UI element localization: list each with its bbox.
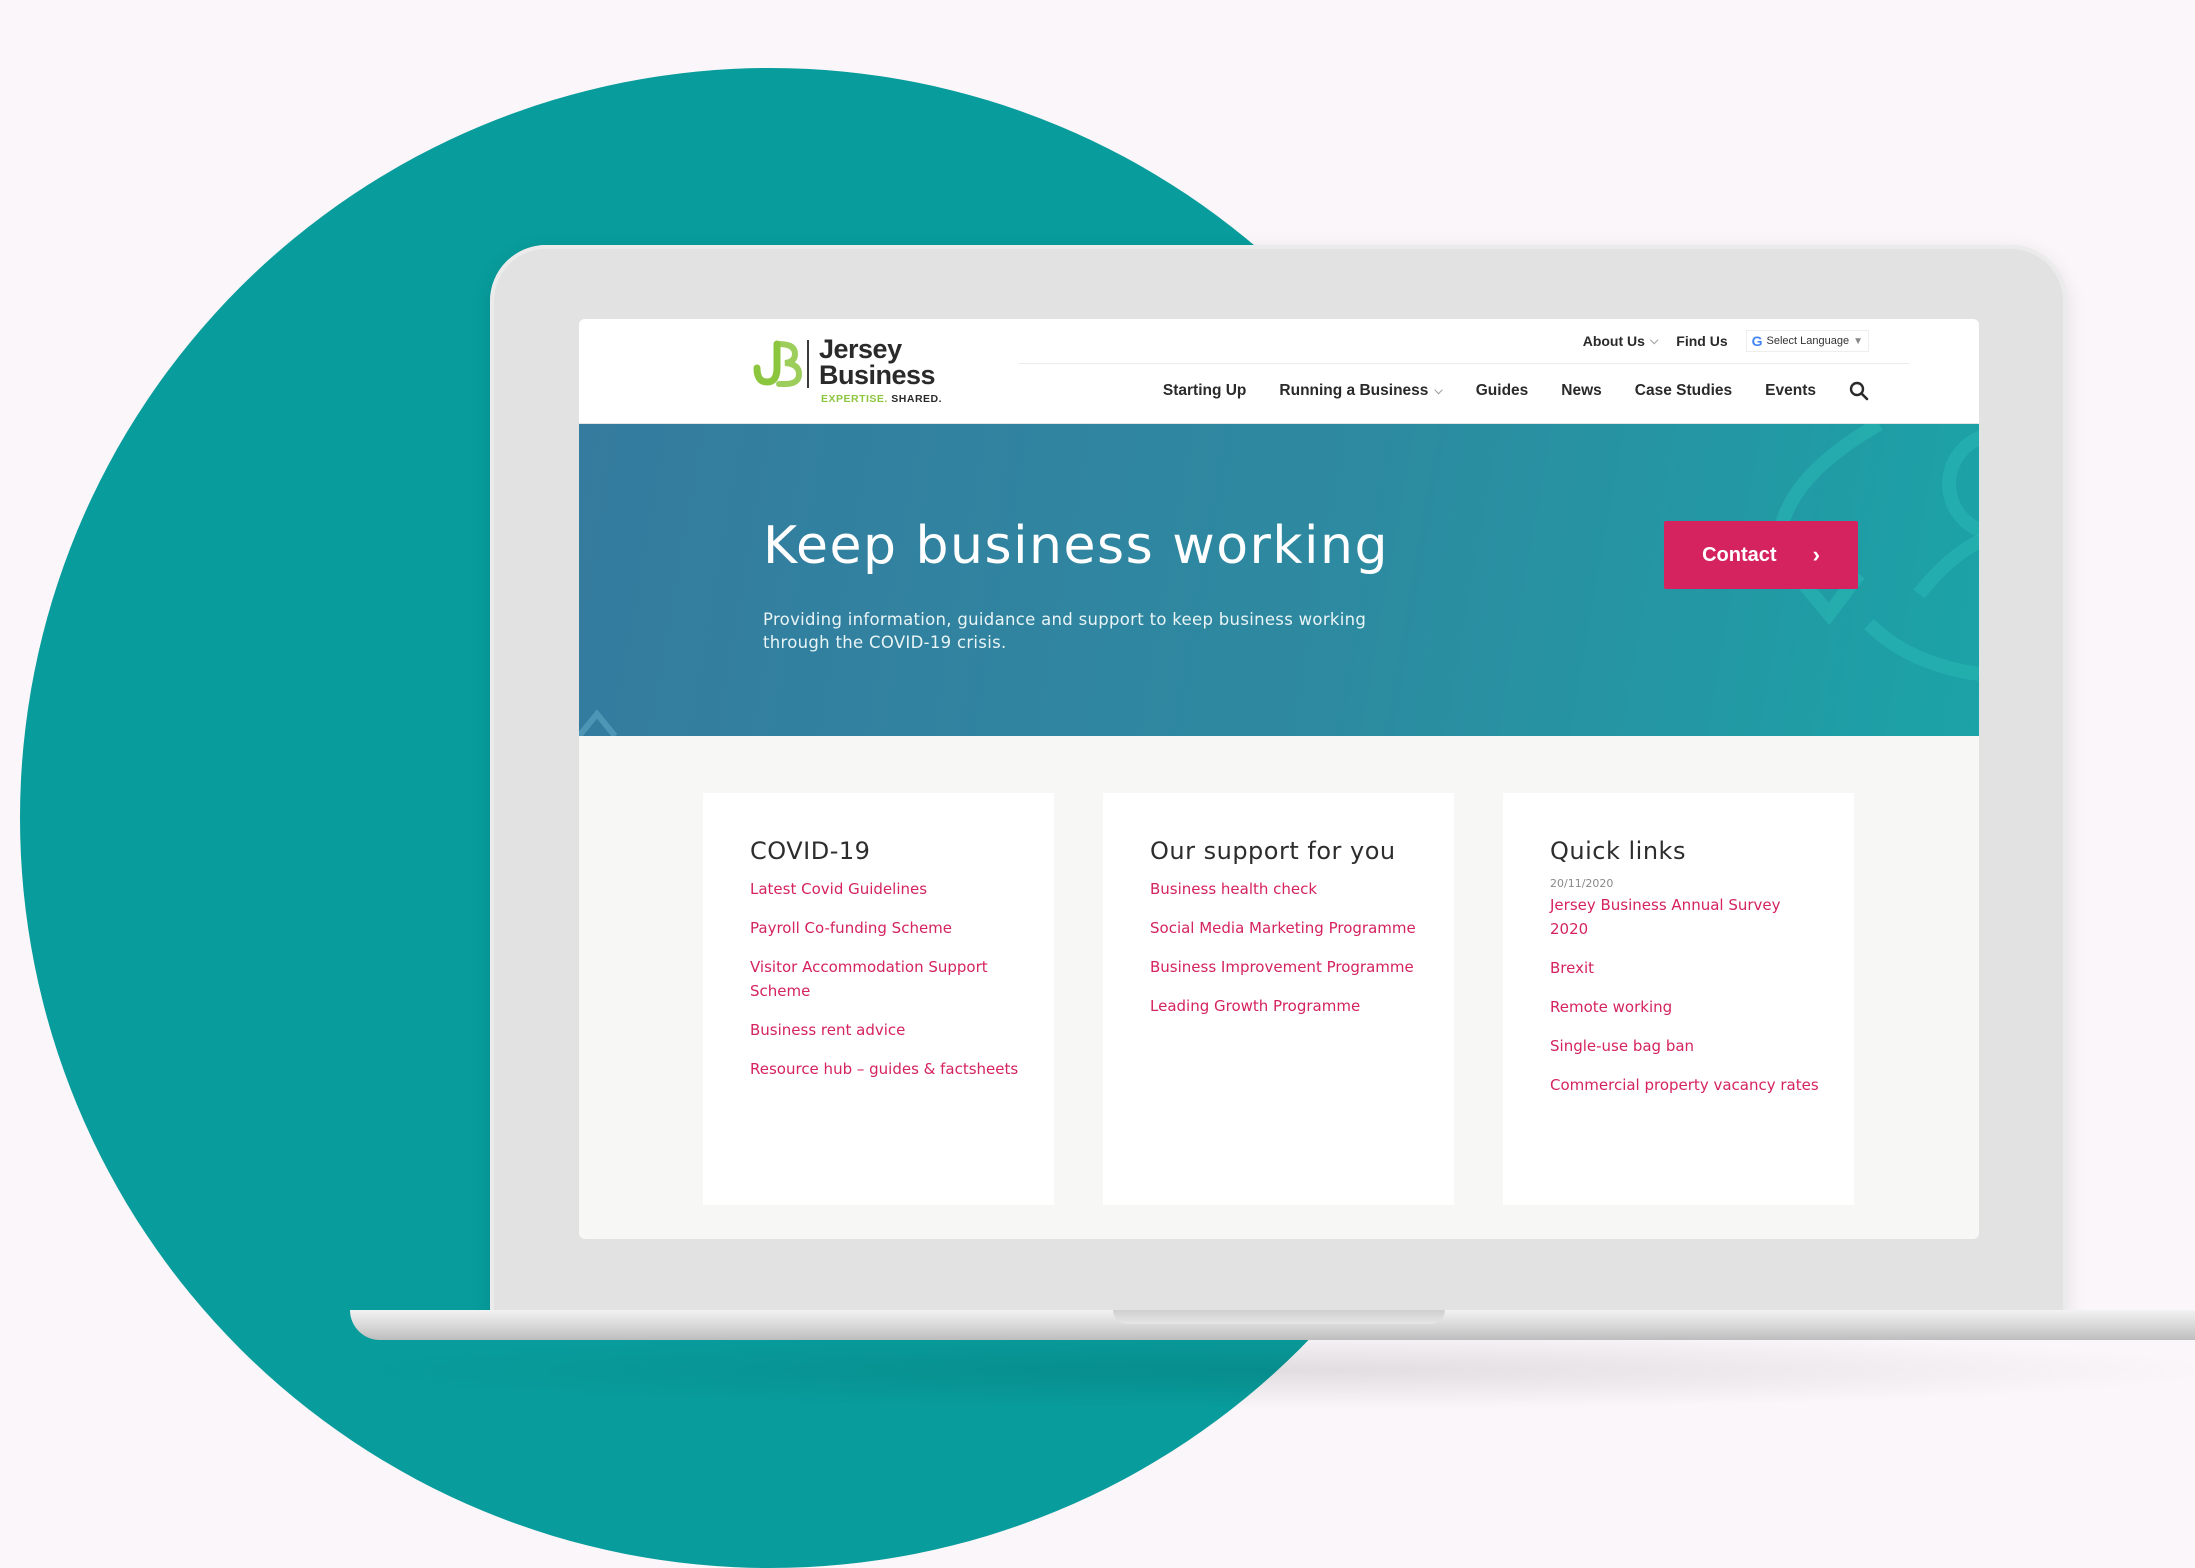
logo-word-business: Business <box>819 360 936 390</box>
link-date: 20/11/2020 <box>1550 877 1614 890</box>
card-title: Quick links <box>1550 837 1686 865</box>
hero-subtitle: Providing information, guidance and supp… <box>763 610 1367 652</box>
dropdown-arrow-icon: ▼ <box>1853 335 1863 347</box>
link-business-rent-advice[interactable]: Business rent advice <box>750 1021 905 1039</box>
jb-logo-mark-icon <box>753 340 803 387</box>
chevron-down-icon: ⌵ <box>1434 384 1443 397</box>
chevron-down-icon: ⌵ <box>1649 334 1659 347</box>
nav-events[interactable]: Events <box>1765 382 1816 400</box>
contact-button[interactable]: Contact › <box>1664 521 1858 589</box>
link-brexit[interactable]: Brexit <box>1550 959 1594 977</box>
card-link-list: 20/11/2020 Jersey Business Annual Survey… <box>1550 877 1820 1097</box>
link-business-improvement[interactable]: Business Improvement Programme <box>1150 958 1414 976</box>
tagline-shared: SHARED. <box>891 393 943 405</box>
card-covid-19: COVID-19 Latest Covid Guidelines Payroll… <box>703 793 1054 1205</box>
link-resource-hub[interactable]: Resource hub – guides & factsheets <box>750 1060 1018 1078</box>
link-latest-covid-guidelines[interactable]: Latest Covid Guidelines <box>750 880 927 898</box>
nav-about-us[interactable]: About Us ⌵ <box>1583 333 1659 349</box>
link-single-use-bag-ban[interactable]: Single-use bag ban <box>1550 1037 1694 1055</box>
card-title: Our support for you <box>1150 837 1396 865</box>
card-link-list: Latest Covid Guidelines Payroll Co-fundi… <box>750 877 1020 1081</box>
laptop-shadow <box>330 1330 2195 1410</box>
link-leading-growth[interactable]: Leading Growth Programme <box>1150 997 1360 1015</box>
card-link-list: Business health check Social Media Marke… <box>1150 877 1420 1018</box>
header-divider <box>1019 363 1909 364</box>
card-title: COVID-19 <box>750 837 871 865</box>
nav-about-us-label: About Us <box>1582 333 1645 349</box>
language-select[interactable]: G Select Language ▼ <box>1745 330 1869 352</box>
nav-running-a-business-label: Running a Business <box>1279 382 1429 399</box>
card-quick-links: Quick links 20/11/2020 Jersey Business A… <box>1503 793 1854 1205</box>
laptop-screen: Jersey Business EXPERTISE. SHARED. About… <box>579 319 1979 1239</box>
chevron-right-icon: › <box>1812 542 1820 567</box>
link-annual-survey[interactable]: Jersey Business Annual Survey 2020 <box>1550 896 1781 938</box>
hero-banner: Keep business working Providing informat… <box>579 424 1979 736</box>
nav-case-studies[interactable]: Case Studies <box>1635 382 1732 400</box>
search-icon[interactable] <box>1849 381 1869 401</box>
nav-find-us[interactable]: Find Us <box>1676 333 1727 349</box>
tagline-expertise: EXPERTISE. <box>821 393 888 405</box>
card-our-support: Our support for you Business health chec… <box>1103 793 1454 1205</box>
language-select-label: Select Language <box>1766 335 1850 347</box>
laptop-notch <box>1113 1310 1445 1324</box>
utility-nav: About Us ⌵ Find Us G Select Language ▼ <box>1583 329 1869 353</box>
link-payroll-co-funding[interactable]: Payroll Co-funding Scheme <box>750 919 952 937</box>
link-business-health-check[interactable]: Business health check <box>1150 880 1317 898</box>
contact-button-label: Contact <box>1702 543 1777 566</box>
hero-title: Keep business working <box>763 516 1389 576</box>
nav-guides[interactable]: Guides <box>1476 382 1529 400</box>
site-header: Jersey Business EXPERTISE. SHARED. About… <box>579 319 1979 424</box>
link-remote-working[interactable]: Remote working <box>1550 998 1672 1016</box>
nav-starting-up[interactable]: Starting Up <box>1163 382 1247 400</box>
nav-news[interactable]: News <box>1561 382 1602 400</box>
google-icon: G <box>1751 333 1763 349</box>
nav-running-a-business[interactable]: Running a Business ⌵ <box>1279 382 1442 400</box>
link-visitor-accommodation[interactable]: Visitor Accommodation Support Scheme <box>750 958 988 1000</box>
link-commercial-property[interactable]: Commercial property vacancy rates <box>1550 1076 1819 1094</box>
link-social-media-marketing[interactable]: Social Media Marketing Programme <box>1150 919 1416 937</box>
main-nav: Starting Up Running a Business ⌵ Guides … <box>1163 381 1869 401</box>
logo-divider <box>807 340 809 388</box>
logo-tagline: EXPERTISE. SHARED. <box>821 393 942 405</box>
jersey-business-logo[interactable]: Jersey Business EXPERTISE. SHARED. <box>751 335 951 411</box>
logo-word-jersey: Jersey <box>819 334 902 364</box>
